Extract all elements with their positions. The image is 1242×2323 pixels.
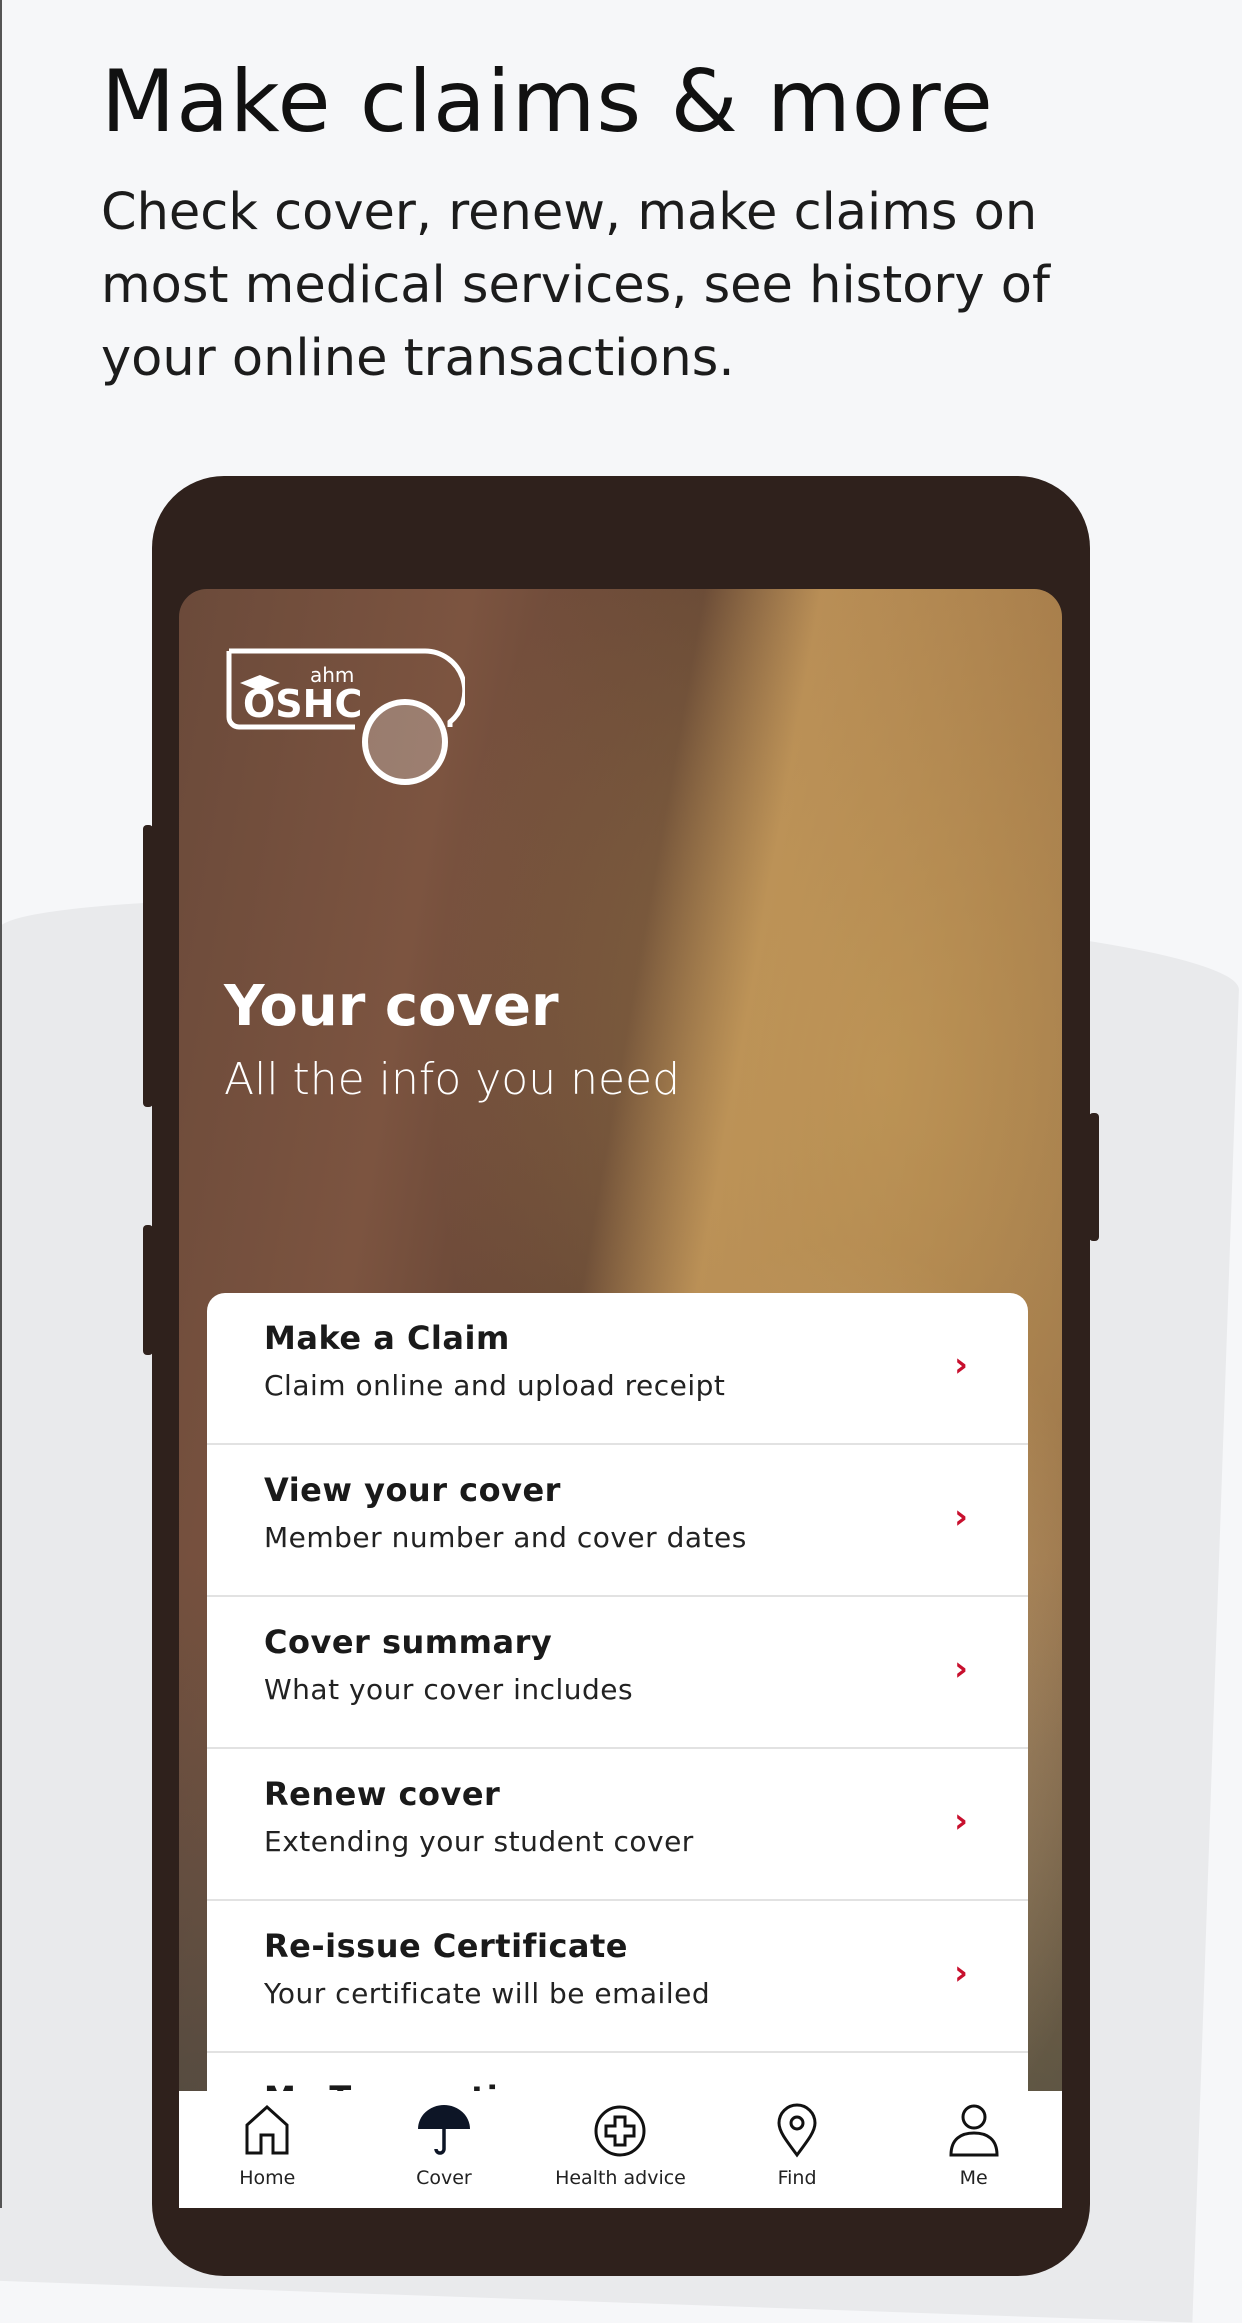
menu-item-renew-cover[interactable]: Renew cover Extending your student cover ›: [207, 1749, 1028, 1901]
menu-item-make-claim[interactable]: Make a Claim Claim online and upload rece…: [207, 1293, 1028, 1445]
chevron-right-icon: ›: [953, 1345, 968, 1385]
page-subtitle: Check cover, renew, make claims on most …: [101, 183, 1050, 388]
phone-screen: ahm OSHC Your cover All the info you nee…: [179, 589, 1062, 2208]
edge-line: [0, 0, 2, 2208]
menu-item-subtitle: Member number and cover dates: [264, 1521, 747, 1554]
cover-menu: Make a Claim Claim online and upload rece…: [207, 1293, 1028, 2193]
nav-find[interactable]: Find: [709, 2091, 886, 2208]
page-title: Make claims & more: [101, 52, 994, 152]
menu-item-subtitle: Your certificate will be emailed: [264, 1977, 711, 2010]
nav-home[interactable]: Home: [179, 2091, 356, 2208]
phone-side-button: [1089, 1113, 1099, 1241]
nav-me[interactable]: Me: [885, 2091, 1062, 2208]
nav-label: Health advice: [555, 2167, 686, 2189]
nav-label: Find: [777, 2167, 817, 2189]
menu-item-title: Cover summary: [264, 1623, 553, 1661]
home-icon: [245, 2104, 289, 2155]
menu-item-subtitle: What your cover includes: [264, 1673, 634, 1706]
bottom-nav: Home Cover Health advice Find Me: [179, 2091, 1062, 2208]
medical-cross-icon: [594, 2105, 646, 2157]
menu-item-title: Renew cover: [264, 1775, 501, 1813]
nav-label: Cover: [416, 2167, 472, 2189]
menu-item-reissue-certificate[interactable]: Re-issue Certificate Your certificate wil…: [207, 1901, 1028, 2053]
menu-item-view-cover[interactable]: View your cover Member number and cover d…: [207, 1445, 1028, 1597]
chevron-right-icon: ›: [953, 1649, 968, 1689]
umbrella-icon: [417, 2105, 470, 2155]
oshc-logo: ahm OSHC: [226, 648, 465, 785]
menu-item-title: View your cover: [264, 1471, 561, 1509]
hero-title: Your cover: [224, 974, 559, 1039]
menu-item-subtitle: Extending your student cover: [264, 1825, 694, 1858]
nav-cover[interactable]: Cover: [356, 2091, 533, 2208]
hero-subtitle: All the info you need: [224, 1054, 681, 1105]
nav-label: Me: [959, 2167, 988, 2189]
nav-label: Home: [239, 2167, 296, 2189]
chevron-right-icon: ›: [953, 1497, 968, 1537]
chevron-right-icon: ›: [953, 1801, 968, 1841]
nav-health-advice[interactable]: Health advice: [532, 2091, 709, 2208]
chevron-right-icon: ›: [953, 1953, 968, 1993]
person-icon: [949, 2104, 999, 2157]
menu-item-subtitle: Claim online and upload receipt: [264, 1369, 726, 1402]
menu-item-cover-summary[interactable]: Cover summary What your cover includes ›: [207, 1597, 1028, 1749]
menu-item-title: Re-issue Certificate: [264, 1927, 628, 1965]
menu-item-title: Make a Claim: [264, 1319, 510, 1357]
location-pin-icon: [777, 2103, 817, 2158]
